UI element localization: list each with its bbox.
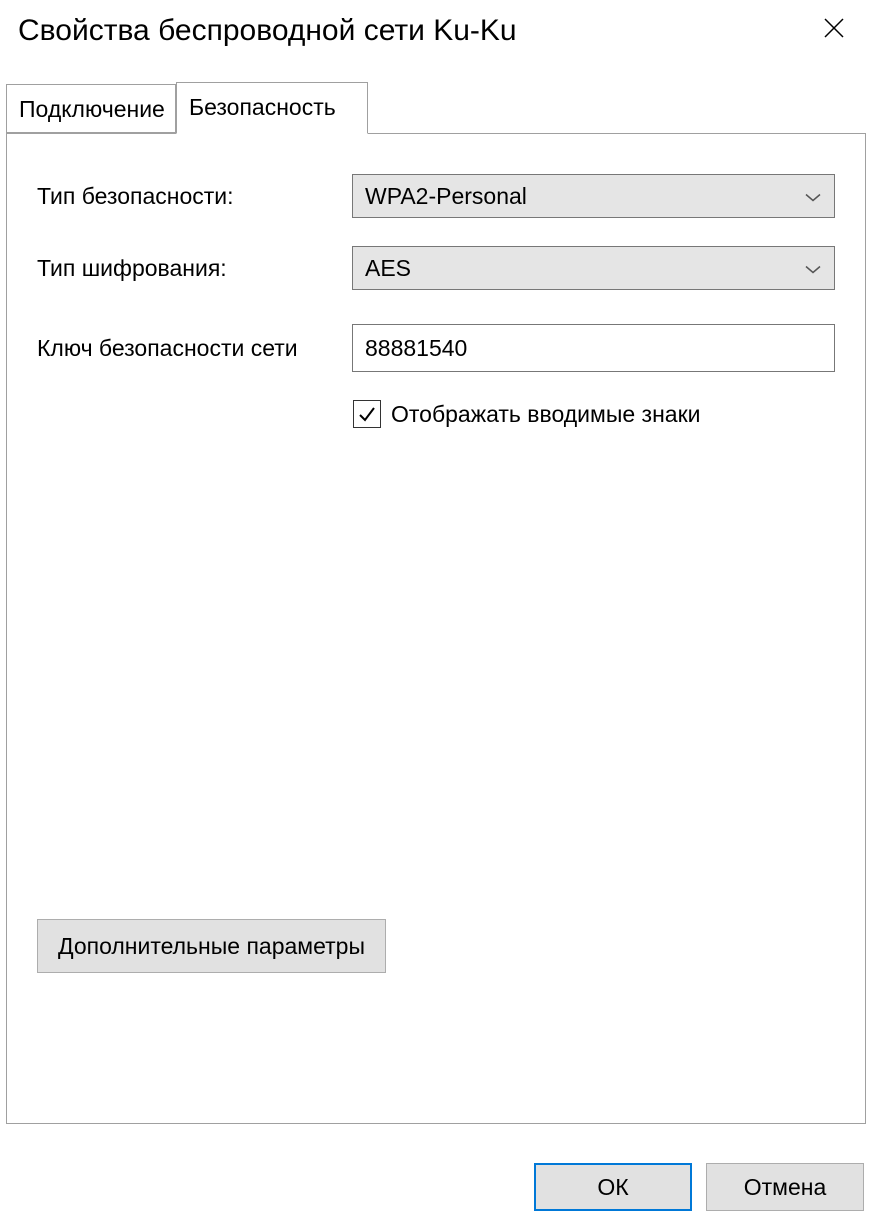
tab-connection-label: Подключение [19,96,165,122]
network-key-input[interactable] [352,324,835,372]
window-title: Свойства беспроводной сети Ku-Ku [18,14,517,48]
dialog-footer: ОК Отмена [534,1163,864,1211]
encryption-type-label: Тип шифрования: [37,255,352,282]
cancel-button[interactable]: Отмена [706,1163,864,1211]
row-encryption-type: Тип шифрования: AES [37,246,835,290]
encryption-type-value: AES [365,255,411,282]
row-security-type: Тип безопасности: WPA2-Personal [37,174,835,218]
wireless-properties-dialog: Свойства беспроводной сети Ku-Ku Подключ… [0,0,876,1221]
tab-container: Подключение Безопасность Тип безопасност… [6,84,866,1124]
row-network-key: Ключ безопасности сети [37,324,835,372]
close-button[interactable] [804,6,864,54]
ok-button[interactable]: ОК [534,1163,692,1211]
show-characters-checkbox[interactable] [353,400,381,428]
row-show-characters: Отображать вводимые знаки [353,400,835,428]
tabstrip: Подключение Безопасность [6,84,866,134]
tab-security[interactable]: Безопасность [176,82,368,134]
tab-connection[interactable]: Подключение [6,84,176,133]
encryption-type-control: AES [352,246,835,290]
security-type-label: Тип безопасности: [37,183,352,210]
tab-security-label: Безопасность [189,94,336,120]
network-key-control [352,324,835,372]
checkmark-icon [357,404,377,424]
tab-panel-security: Тип безопасности: WPA2-Personal Тип шифр… [6,133,866,1124]
ok-label: ОК [597,1174,628,1201]
advanced-settings-button[interactable]: Дополнительные параметры [37,919,386,973]
cancel-label: Отмена [744,1174,827,1201]
security-type-control: WPA2-Personal [352,174,835,218]
titlebar: Свойства беспроводной сети Ku-Ku [0,0,876,62]
security-type-dropdown[interactable]: WPA2-Personal [352,174,835,218]
chevron-down-icon [804,183,822,210]
network-key-label: Ключ безопасности сети [37,335,352,362]
chevron-down-icon [804,255,822,282]
security-type-value: WPA2-Personal [365,183,527,210]
show-characters-label: Отображать вводимые знаки [391,401,701,428]
encryption-type-dropdown[interactable]: AES [352,246,835,290]
advanced-settings-label: Дополнительные параметры [58,933,365,960]
close-icon [823,13,845,47]
